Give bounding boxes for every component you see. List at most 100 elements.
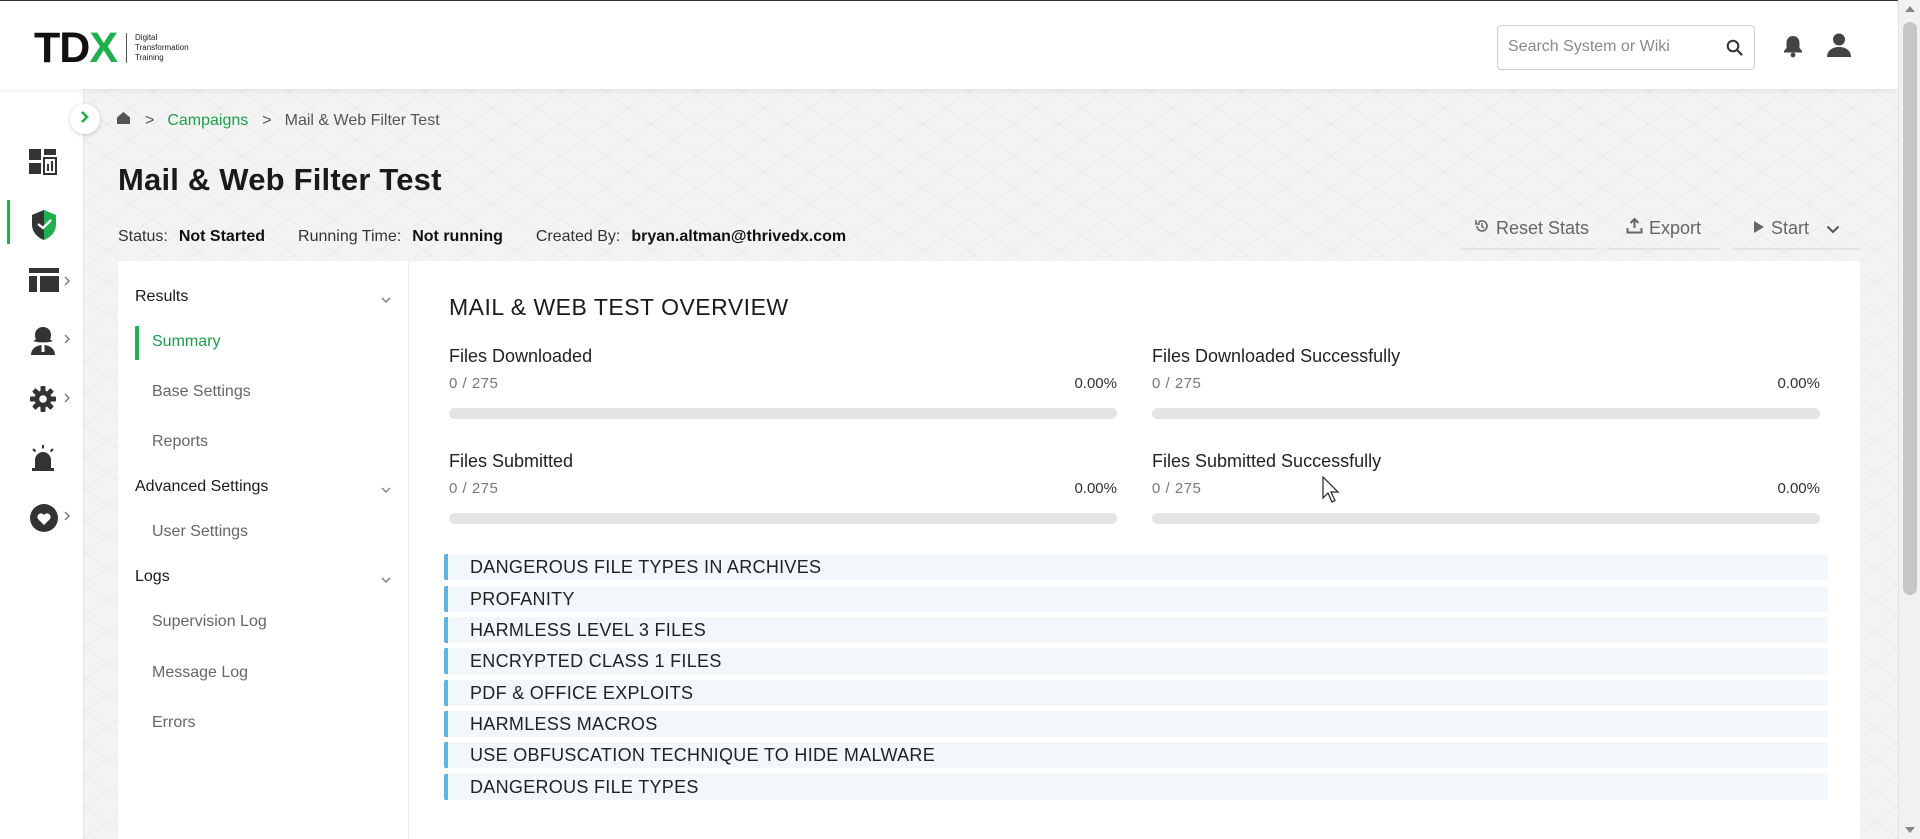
progress-bar (449, 408, 1117, 419)
scroll-up-arrow[interactable] (1905, 6, 1915, 12)
rail-item-users[interactable] (0, 317, 84, 361)
reset-icon (1474, 218, 1490, 239)
category-row[interactable]: DANGEROUS FILE TYPES IN ARCHIVES (444, 554, 1828, 580)
stat-name: Files Submitted (449, 451, 574, 471)
category-row[interactable]: HARMLESS MACROS (444, 711, 1828, 737)
category-label: PDF & OFFICE EXPLOITS (470, 683, 694, 703)
rail-item-security[interactable] (0, 200, 84, 244)
campaign-subnav: Results Summary Base Settings Reports Ad… (118, 261, 409, 839)
play-icon (1753, 218, 1765, 239)
stat-count: 0 / 275 (449, 480, 499, 497)
rail-item-alerts[interactable] (0, 435, 84, 479)
start-label: Start (1771, 217, 1810, 238)
search-input[interactable] (1508, 38, 1718, 56)
breadcrumb-current: Mail & Web Filter Test (284, 111, 440, 129)
side-rail (0, 89, 84, 839)
search-box[interactable] (1497, 25, 1755, 70)
start-button[interactable]: Start (1733, 208, 1861, 250)
subnav-item-summary[interactable]: Summary (152, 333, 220, 351)
rail-item-dashboard[interactable] (0, 140, 84, 184)
overview-title: MAIL & WEB TEST OVERVIEW (449, 294, 789, 320)
logo-mark: TDX (34, 24, 118, 72)
category-row[interactable]: HARMLESS LEVEL 3 FILES (444, 617, 1828, 643)
category-label: HARMLESS LEVEL 3 FILES (470, 620, 707, 640)
reset-stats-label: Reset Stats (1496, 217, 1590, 238)
chevron-right-icon (63, 509, 71, 527)
subnav-item-supervision-log[interactable]: Supervision Log (152, 613, 267, 631)
tdx-logo[interactable]: TDX Digital Transformation Training (34, 24, 205, 72)
logo-divider (126, 33, 128, 63)
chevron-down-icon (381, 481, 391, 499)
subnav-section-results[interactable]: Results (135, 288, 391, 306)
category-row[interactable]: USE OBFUSCATION TECHNIQUE TO HIDE MALWAR… (444, 742, 1828, 768)
subnav-item-message-log[interactable]: Message Log (152, 664, 248, 682)
subnav-item-reports[interactable]: Reports (152, 433, 208, 451)
stat-files-downloaded-successfully: Files Downloaded Successfully 0 / 275 0.… (1152, 346, 1820, 419)
shield-icon (29, 209, 59, 246)
progress-bar (449, 513, 1117, 524)
progress-bar (1152, 408, 1820, 419)
category-label: DANGEROUS FILE TYPES (470, 777, 699, 797)
stat-files-downloaded: Files Downloaded 0 / 275 0.00% (449, 346, 1117, 419)
rail-item-layout[interactable] (0, 259, 84, 303)
subnav-section-logs[interactable]: Logs (135, 568, 391, 586)
alarm-icon (29, 444, 57, 477)
dashboard-icon (29, 149, 57, 180)
chevron-right-icon (63, 332, 71, 350)
rail-item-favorites[interactable] (0, 494, 84, 538)
bell-icon[interactable] (1782, 34, 1804, 63)
campaign-card: Results Summary Base Settings Reports Ad… (118, 261, 1860, 839)
heart-icon (29, 503, 59, 538)
stat-files-submitted-successfully: Files Submitted Successfully 0 / 275 0.0… (1152, 451, 1820, 524)
subnav-item-user-settings[interactable]: User Settings (152, 523, 248, 541)
chevron-right-icon (79, 110, 91, 129)
subnav-item-base-settings[interactable]: Base Settings (152, 383, 251, 401)
running-time-label: Running Time: (298, 228, 402, 245)
upload-icon (1626, 217, 1643, 239)
home-icon[interactable] (116, 111, 131, 130)
status-label: Status: (118, 228, 168, 245)
category-label: PROFANITY (470, 589, 575, 609)
user-icon[interactable] (1826, 32, 1852, 63)
created-by-label: Created By: (535, 228, 621, 245)
stat-count: 0 / 275 (1152, 375, 1202, 392)
chevron-right-icon (63, 391, 71, 409)
chevron-down-icon[interactable] (1826, 218, 1840, 239)
reset-stats-button[interactable]: Reset Stats (1461, 208, 1597, 250)
stat-percent: 0.00% (1074, 480, 1117, 497)
sidebar-toggle-button[interactable] (70, 104, 100, 134)
progress-bar (1152, 513, 1820, 524)
stat-percent: 0.00% (1074, 375, 1117, 392)
vertical-scrollbar[interactable] (1898, 0, 1920, 839)
subnav-section-advanced-settings[interactable]: Advanced Settings (135, 478, 391, 496)
gear-icon (29, 385, 57, 418)
mouse-cursor-icon (1322, 475, 1342, 509)
category-label: DANGEROUS FILE TYPES IN ARCHIVES (470, 557, 822, 577)
stat-name: Files Submitted Successfully (1152, 451, 1382, 471)
category-label: USE OBFUSCATION TECHNIQUE TO HIDE MALWAR… (470, 745, 936, 765)
scroll-down-arrow[interactable] (1905, 827, 1915, 833)
category-row[interactable]: PDF & OFFICE EXPLOITS (444, 680, 1828, 706)
running-time-value: Not running (412, 228, 503, 245)
breadcrumb-campaigns-link[interactable]: Campaigns (167, 112, 248, 130)
rail-item-settings[interactable] (0, 376, 84, 420)
scrollbar-thumb[interactable] (1903, 22, 1917, 595)
active-indicator (135, 326, 139, 360)
breadcrumb-separator: > (145, 111, 155, 129)
category-row[interactable]: ENCRYPTED CLASS 1 FILES (444, 648, 1828, 674)
subnav-section-label: Results (135, 288, 189, 305)
category-row[interactable]: PROFANITY (444, 586, 1828, 612)
subnav-item-errors[interactable]: Errors (152, 714, 196, 732)
chevron-down-icon (381, 571, 391, 589)
logo-subtitle: Digital Transformation Training (135, 33, 189, 62)
status-value: Not Started (178, 228, 266, 245)
stat-files-submitted: Files Submitted 0 / 275 0.00% (449, 451, 1117, 524)
chevron-right-icon (63, 274, 71, 292)
search-icon[interactable] (1726, 39, 1743, 61)
category-row[interactable]: DANGEROUS FILE TYPES (444, 774, 1828, 800)
stat-count: 0 / 275 (449, 375, 499, 392)
stat-percent: 0.00% (1777, 480, 1820, 497)
export-button[interactable]: Export (1608, 208, 1721, 250)
breadcrumb: > Campaigns > Mail & Web Filter Test (116, 111, 440, 130)
stat-percent: 0.00% (1777, 375, 1820, 392)
